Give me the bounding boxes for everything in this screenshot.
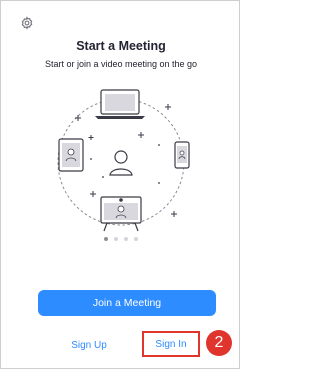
carousel-dot[interactable]: [124, 237, 128, 241]
phone-icon: [174, 141, 190, 169]
carousel-dot[interactable]: [104, 237, 108, 241]
carousel-dot[interactable]: [134, 237, 138, 241]
sign-in-button[interactable]: Sign In: [142, 331, 200, 357]
page-subtitle: Start or join a video meeting on the go: [44, 59, 198, 69]
conference-room-icon: [100, 196, 142, 232]
join-meeting-button[interactable]: Join a Meeting: [38, 290, 216, 316]
carousel-dot[interactable]: [114, 237, 118, 241]
gear-icon[interactable]: [20, 16, 34, 30]
laptop-icon: [95, 89, 145, 119]
meeting-illustration: [57, 89, 190, 232]
user-icon: [109, 150, 133, 176]
tablet-icon: [58, 138, 84, 172]
sign-up-button[interactable]: Sign Up: [61, 334, 117, 356]
app-screen: Start a Meeting Start or join a video me…: [0, 0, 240, 369]
step-badge: 2: [206, 330, 232, 356]
page-title: Start a Meeting: [76, 39, 166, 53]
carousel-indicator[interactable]: [1, 237, 241, 243]
